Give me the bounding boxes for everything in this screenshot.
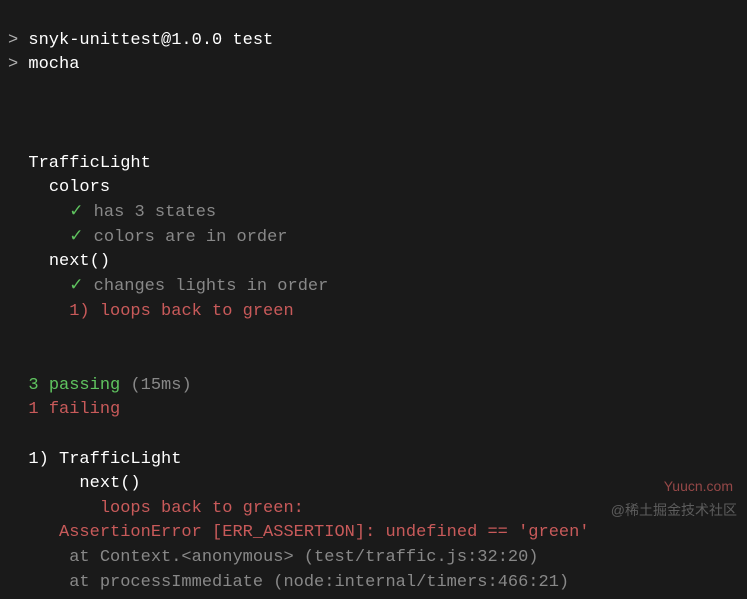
failing-label: failing [49, 400, 120, 419]
failing-count: 1 [28, 400, 38, 419]
test-label: changes lights in order [94, 277, 329, 296]
test-label: colors are in order [94, 228, 288, 247]
watermark: @稀土掘金技术社区 [611, 500, 737, 520]
fail-index: 1) [69, 302, 89, 321]
test-label: has 3 states [94, 203, 216, 222]
passing-label: passing [49, 376, 120, 395]
failure-test: loops back to green: [100, 499, 304, 518]
prompt-symbol: > [8, 31, 18, 50]
group-name: colors [49, 178, 110, 197]
failure-group: next() [79, 474, 140, 493]
failure-suite: TrafficLight [59, 450, 181, 469]
prompt-symbol: > [8, 55, 18, 74]
group-name: next() [49, 252, 110, 271]
test-label: loops back to green [100, 302, 294, 321]
watermark: Yuucn.com [664, 476, 733, 496]
error-message: AssertionError [ERR_ASSERTION]: undefine… [59, 523, 590, 542]
stack-line: at Context.<anonymous> (test/traffic.js:… [69, 548, 538, 567]
failure-index: 1) [28, 450, 48, 469]
timing-label: (15ms) [130, 376, 191, 395]
suite-name: TrafficLight [28, 154, 150, 173]
stack-line: at processImmediate (node:internal/timer… [69, 573, 569, 592]
checkmark-icon: ✓ [69, 277, 83, 296]
passing-count: 3 [28, 376, 38, 395]
command-line-1: snyk-unittest@1.0.0 test [28, 31, 273, 50]
checkmark-icon: ✓ [69, 203, 83, 222]
checkmark-icon: ✓ [69, 228, 83, 247]
command-line-2: mocha [28, 55, 79, 74]
